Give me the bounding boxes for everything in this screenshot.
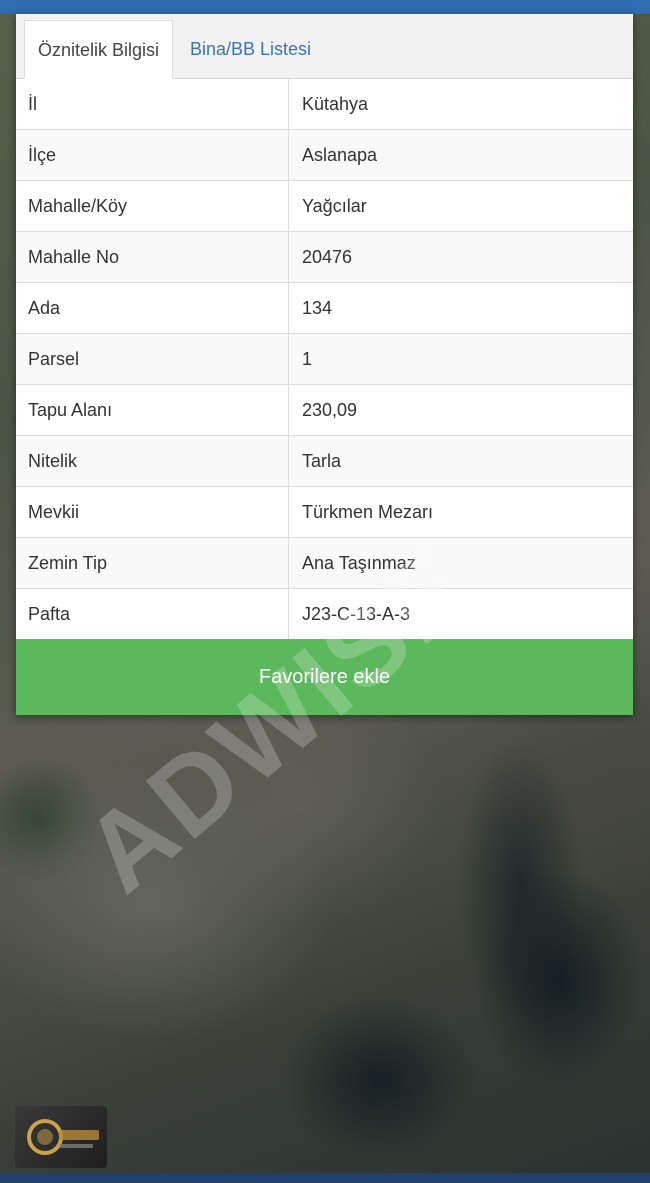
- table-row: Ada 134: [16, 283, 633, 334]
- table-row: Mahalle/Köy Yağcılar: [16, 181, 633, 232]
- table-row: Nitelik Tarla: [16, 436, 633, 487]
- row-value: Tarla: [302, 451, 342, 471]
- table-row: Zemin Tip Ana Taşınmaz: [16, 538, 633, 589]
- table-row: Tapu Alanı 230,09: [16, 385, 633, 436]
- table-row: Parsel 1: [16, 334, 633, 385]
- attribute-table: İl Kütahya İlçe Aslanapa Mahalle/Köy Yağ…: [16, 79, 633, 640]
- tab-attribute-info[interactable]: Öznitelik Bilgisi: [24, 20, 173, 79]
- table-row: Mevkii Türkmen Mezarı: [16, 487, 633, 538]
- row-label: Mahalle/Köy: [16, 181, 289, 231]
- table-row: Pafta J23-C-13-A-3: [16, 589, 633, 640]
- row-label: Ada: [16, 283, 289, 333]
- row-value: 230,09: [302, 400, 358, 420]
- tab-building-list[interactable]: Bina/BB Listesi: [176, 20, 325, 78]
- row-value: Türkmen Mezarı: [302, 502, 434, 522]
- row-label: İlçe: [16, 130, 289, 180]
- row-value: Yağcılar: [302, 196, 367, 216]
- add-to-favorites-button[interactable]: Favorilere ekle: [16, 639, 633, 715]
- row-label: Nitelik: [16, 436, 289, 486]
- logo-icon: [27, 1119, 99, 1155]
- table-row: İlçe Aslanapa: [16, 130, 633, 181]
- row-value: Kütahya: [302, 94, 369, 114]
- row-label: Parsel: [16, 334, 289, 384]
- row-label: Mahalle No: [16, 232, 289, 282]
- row-value: 1: [302, 349, 313, 369]
- bottom-bar: [0, 1173, 650, 1183]
- row-label: Zemin Tip: [16, 538, 289, 588]
- company-logo: [15, 1106, 107, 1168]
- row-label: Pafta: [16, 589, 289, 639]
- row-value: 134: [302, 298, 333, 318]
- parcel-info-panel: Öznitelik Bilgisi Bina/BB Listesi İl Küt…: [16, 14, 633, 715]
- row-value: Ana Taşınmaz: [302, 553, 416, 573]
- row-value: J23-C-13-A-3: [302, 604, 411, 624]
- top-bar: [0, 0, 650, 14]
- row-value: 20476: [302, 247, 353, 267]
- row-label: İl: [16, 79, 289, 129]
- row-label: Tapu Alanı: [16, 385, 289, 435]
- tab-bar: Öznitelik Bilgisi Bina/BB Listesi: [16, 14, 633, 79]
- table-row: İl Kütahya: [16, 79, 633, 130]
- table-row: Mahalle No 20476: [16, 232, 633, 283]
- row-label: Mevkii: [16, 487, 289, 537]
- row-value: Aslanapa: [302, 145, 378, 165]
